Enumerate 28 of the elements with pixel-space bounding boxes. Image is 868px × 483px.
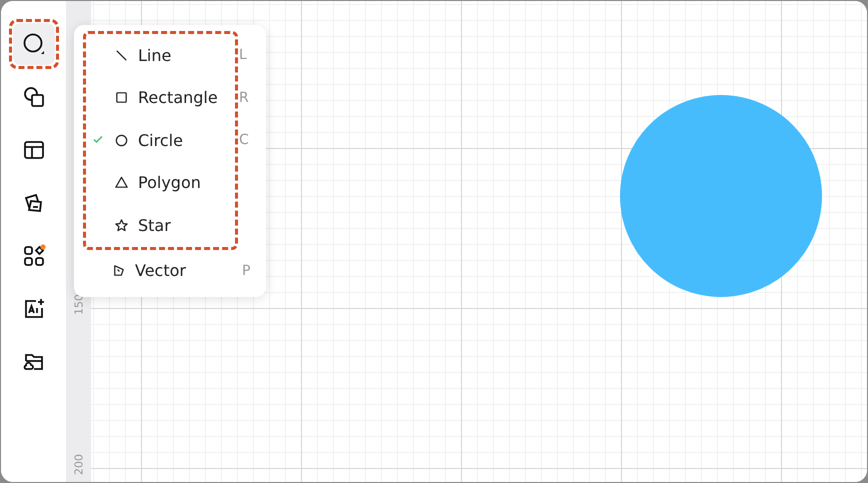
- rectangle-icon: [114, 90, 129, 106]
- ruler-label: 200: [72, 454, 86, 476]
- menu-item-label: Star: [138, 216, 172, 235]
- circle-icon: [114, 132, 129, 148]
- line-icon: [114, 48, 129, 63]
- shapes-icon: [22, 85, 46, 109]
- menu-item-label: Rectangle: [138, 88, 219, 108]
- star-icon: [114, 218, 129, 233]
- menu-item[interactable]: Rectangle R: [86, 76, 263, 119]
- menu-item[interactable]: Vector P: [74, 250, 266, 292]
- shortcut-key: L: [239, 47, 263, 64]
- menu-item[interactable]: Star: [86, 204, 263, 246]
- polygon-icon: [114, 175, 129, 190]
- menu-item-label: Circle: [138, 130, 184, 150]
- menu-item[interactable]: Circle C: [86, 119, 263, 162]
- layout-icon: [22, 138, 46, 162]
- shortcut-key: C: [239, 132, 263, 148]
- vector-icon: [111, 263, 126, 278]
- menu-item-label: Vector: [135, 261, 187, 280]
- menu-item-label: Polygon: [138, 173, 202, 192]
- menu-item[interactable]: Line L: [86, 34, 263, 76]
- menu-item[interactable]: Polygon: [86, 162, 263, 204]
- menu-item-label: Line: [138, 46, 172, 65]
- shortcut-key: R: [239, 90, 263, 106]
- circle-icon: [22, 32, 46, 56]
- annotation-box: [8, 19, 58, 69]
- apps-icon: [22, 244, 46, 268]
- shortcut-key: P: [242, 262, 266, 279]
